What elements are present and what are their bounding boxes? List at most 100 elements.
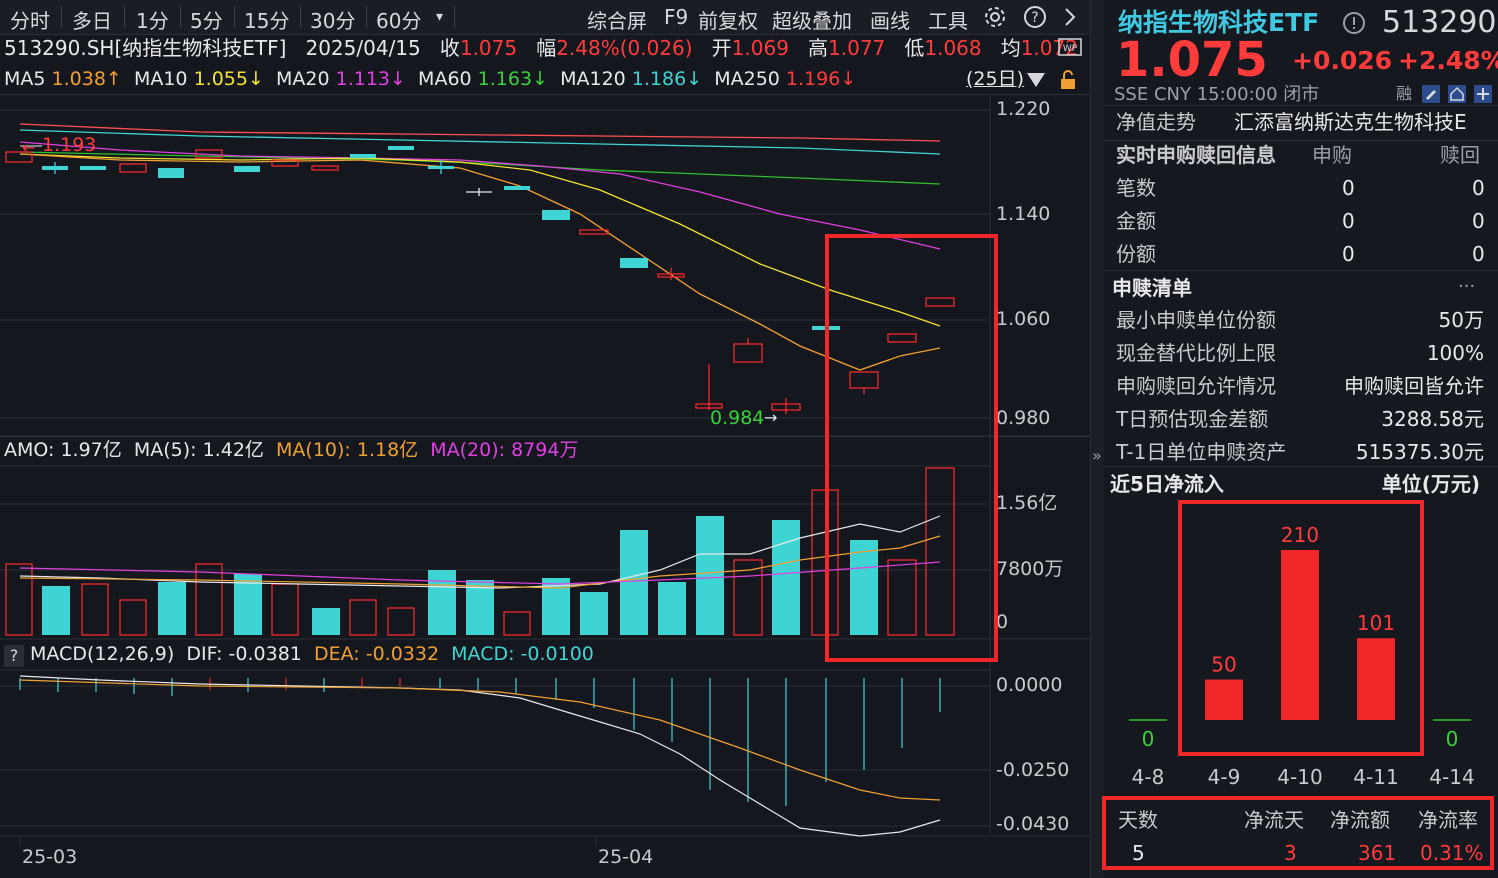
flow-unit: 单位(万元) [1382, 474, 1480, 494]
ma-period-label[interactable]: (25日) [966, 68, 1024, 90]
forward-adjust-button[interactable]: 前复权 [698, 5, 758, 29]
price-axis-tick: 1.060 [996, 310, 1050, 329]
list-row-value: 100% [1427, 343, 1484, 363]
summary-header: 净流额 [1330, 810, 1390, 830]
ma5-value: 1.038↑ [52, 68, 122, 90]
amo-ma5-line [20, 516, 940, 588]
list-row-value: 50万 [1439, 310, 1484, 330]
highlight-box [825, 234, 998, 662]
composite-screen-button[interactable]: 综合屏 [587, 5, 647, 29]
close-label: 收 [440, 36, 460, 60]
creation-list-title: 申赎清单 [1112, 278, 1192, 298]
more-button[interactable]: ··· [1458, 278, 1475, 296]
amo-axis-tick: 1.56亿 [996, 494, 1057, 513]
price-axis-tick: 0.980 [996, 409, 1050, 428]
low-label: 低 [904, 36, 924, 60]
edit-icon[interactable] [1422, 85, 1440, 103]
tab-30min[interactable]: 30分 [310, 5, 355, 29]
list-row-label: T日预估现金差额 [1116, 409, 1268, 429]
ma250-value: 1.196↓ [786, 68, 856, 90]
collapse-icon[interactable]: » [1092, 448, 1102, 464]
list-row-value: 515375.30元 [1356, 442, 1484, 462]
amo-value: AMO: 1.97亿 [4, 439, 122, 461]
high-value: 1.077 [828, 36, 885, 60]
change-label: 幅 [536, 36, 556, 60]
amo-axis-tick: 7800万 [996, 560, 1063, 579]
inflow-date-label: 4-11 [1353, 765, 1398, 789]
ma10-label: MA10 [134, 68, 188, 90]
fund-code: 513290 [1382, 8, 1497, 38]
tools-button[interactable]: 工具 [928, 5, 968, 29]
avg-label: 均 [1001, 36, 1021, 60]
arrow-left-icon: ← [22, 140, 35, 156]
flow-title: 近5日净流入 [1110, 474, 1224, 494]
quote-side-panel: 纳指生物科技ETF 513290 1.075 +0.026 +2.48% SSE… [1104, 0, 1498, 878]
overlay-button[interactable]: 超级叠加 [772, 5, 852, 29]
list-row-value: 申购赎回皆允许 [1344, 376, 1484, 396]
date-label: 25-03 [22, 848, 77, 867]
market-meta: SSE CNY 15:00:00 闭市 [1114, 86, 1319, 104]
settings-gear-icon[interactable] [983, 5, 1007, 29]
panel-splitter[interactable]: » [1090, 0, 1105, 878]
macd-help-button[interactable]: ? [4, 645, 24, 667]
last-price: 1.075 [1116, 36, 1268, 84]
svg-text:WP: WP [1063, 44, 1078, 54]
inflow-date-label: 4-10 [1277, 765, 1322, 789]
triangle-down-icon[interactable] [1026, 72, 1046, 91]
wp-icon[interactable]: WP [1058, 38, 1082, 63]
tab-15min[interactable]: 15分 [244, 5, 289, 29]
open-label: 开 [712, 36, 732, 60]
ma250-label: MA250 [714, 68, 780, 90]
rt-row-buy: 0 [1342, 244, 1355, 264]
summary-inflow-amount: 361 [1358, 843, 1396, 863]
macd-histogram [20, 678, 940, 806]
list-row-label: 最小申赎单位份额 [1116, 310, 1276, 330]
ma10-line [20, 154, 940, 326]
ma-line: MA5 1.038↑ MA10 1.055↓ MA20 1.113↓ MA60 … [4, 70, 856, 89]
price-change-pct: +2.48% [1398, 48, 1498, 73]
ma20-value: 1.113↓ [336, 68, 406, 90]
svg-text:?: ? [1031, 10, 1038, 26]
rt-row-sell: 0 [1472, 244, 1485, 264]
high-label: 高 [808, 36, 828, 60]
home-icon[interactable] [1448, 85, 1466, 103]
tab-timeshare[interactable]: 分时 [10, 5, 50, 29]
alert-icon[interactable] [1342, 11, 1366, 38]
summary-header: 净流天 [1244, 810, 1304, 830]
ma250-line [20, 124, 940, 141]
period-toolbar: 分时 多日 1分 5分 15分 30分 60分 ▾ 综合屏 F9 前复权 超级叠… [0, 0, 1090, 35]
ma-period-selector[interactable]: (25日) [966, 70, 1024, 89]
nav-trend-link[interactable]: 净值走势 [1116, 112, 1196, 132]
highlight-box [1178, 500, 1424, 756]
macd-dif-line [20, 676, 940, 836]
list-row-label: 申购赎回允许情况 [1116, 376, 1276, 396]
bar-date: 2025/04/15 [305, 36, 420, 60]
amo-header: AMO: 1.97亿 MA(5): 1.42亿 MA(10): 1.18亿 MA… [4, 441, 578, 460]
f9-button[interactable]: F9 [664, 5, 688, 29]
tab-1min[interactable]: 1分 [136, 5, 169, 29]
close-value: 1.075 [460, 36, 517, 60]
macd-axis-tick: -0.0250 [996, 761, 1069, 780]
macd-dif-value: DIF: -0.0381 [186, 643, 301, 665]
ma5-label: MA5 [4, 68, 45, 90]
arrow-right-icon: → [764, 410, 777, 426]
inflow-value-label: 0 [1446, 727, 1459, 751]
help-icon[interactable]: ? [1023, 5, 1047, 29]
date-label: 25-04 [598, 848, 653, 867]
rt-row-label: 份额 [1116, 244, 1156, 264]
list-row-value: 3288.58元 [1381, 409, 1484, 429]
price-change: +0.026 [1292, 48, 1392, 73]
ma10-value: 1.055↓ [194, 68, 264, 90]
lock-icon[interactable] [1058, 70, 1078, 93]
chevron-right-icon[interactable] [1062, 6, 1078, 30]
more-periods-dropdown[interactable]: ▾ [436, 9, 443, 33]
draw-button[interactable]: 画线 [870, 5, 910, 29]
tab-60min[interactable]: 60分 [376, 5, 421, 29]
price-axis-tick: 1.140 [996, 205, 1050, 224]
rt-row-sell: 0 [1472, 211, 1485, 231]
summary-header: 净流率 [1418, 810, 1478, 830]
list-row-label: T-1日单位申赎资产 [1116, 442, 1286, 462]
add-icon[interactable] [1474, 85, 1492, 103]
tab-multiday[interactable]: 多日 [72, 5, 112, 29]
tab-5min[interactable]: 5分 [190, 5, 223, 29]
